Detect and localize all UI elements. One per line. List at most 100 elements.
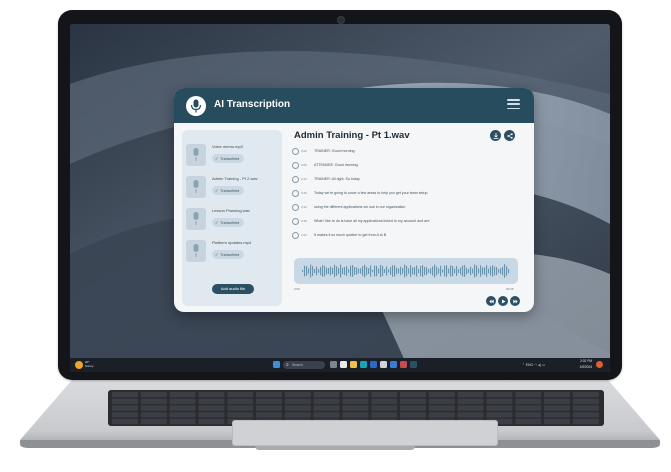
forward-button[interactable] [510, 296, 520, 306]
keyboard-key[interactable] [486, 412, 513, 418]
office-icon[interactable] [400, 361, 407, 368]
keyboard-key[interactable] [169, 405, 196, 411]
task-view-icon[interactable] [330, 361, 337, 368]
keyboard-key[interactable] [169, 412, 196, 418]
download-button[interactable] [490, 130, 501, 141]
file-item-lesson-planning[interactable]: Lesson Planning.wav ✓ Transcribed [186, 208, 278, 236]
keyboard-key[interactable] [400, 405, 426, 411]
keyboard-key[interactable] [313, 398, 340, 405]
keyboard-key[interactable] [112, 398, 138, 405]
hamburger-menu-icon[interactable] [507, 99, 520, 110]
edge-browser-icon[interactable] [360, 361, 367, 368]
keyboard-key[interactable] [428, 398, 455, 405]
keyboard-key[interactable] [112, 418, 138, 425]
keyboard-key[interactable] [400, 392, 426, 398]
keyboard-key[interactable] [515, 392, 542, 398]
keyboard-key[interactable] [428, 412, 455, 418]
weather-sun-icon[interactable] [75, 361, 83, 369]
keyboard-key[interactable] [544, 418, 570, 425]
keyboard-key[interactable] [371, 405, 398, 411]
transcript-line[interactable]: 0:34 using the different applications we … [292, 204, 512, 212]
keyboard-key[interactable] [457, 392, 484, 398]
keyboard-key[interactable] [572, 398, 599, 405]
keyboard-key[interactable] [457, 412, 484, 418]
keyboard-key[interactable] [198, 412, 225, 418]
keyboard-key[interactable] [256, 392, 282, 398]
keyboard-key[interactable] [371, 398, 398, 405]
language-indicator[interactable]: ENG [526, 363, 533, 367]
keyboard-key[interactable] [572, 418, 599, 425]
system-tray[interactable]: ⌃ ENG ◠ ◂) ▭ [522, 361, 545, 369]
keyboard-key[interactable] [342, 412, 369, 418]
keyboard-key[interactable] [515, 405, 542, 411]
keyboard-key[interactable] [342, 405, 369, 411]
keyboard-key[interactable] [140, 398, 167, 405]
transcript-line[interactable]: 0:00 TRAINER: Good morning. [292, 148, 512, 156]
keyboard-key[interactable] [515, 412, 542, 418]
keyboard-key[interactable] [112, 392, 138, 398]
keyboard-key[interactable] [198, 392, 225, 398]
audio-waveform[interactable] [294, 258, 518, 284]
keyboard-key[interactable] [572, 392, 599, 398]
keyboard-key[interactable] [169, 392, 196, 398]
volume-icon[interactable]: ◂) [538, 363, 541, 367]
keyboard-key[interactable] [313, 392, 340, 398]
store-icon[interactable] [370, 361, 377, 368]
keyboard-key[interactable] [342, 398, 369, 405]
file-explorer-icon[interactable] [350, 361, 357, 368]
keyboard-key[interactable] [457, 398, 484, 405]
start-button-windows-icon[interactable] [273, 361, 280, 368]
file-item-admin-training-pt2[interactable]: Admin Training - Pt 2.wav ✓ Transcribed [186, 176, 278, 204]
keyboard-key[interactable] [342, 392, 369, 398]
rewind-button[interactable] [486, 296, 496, 306]
transcript-line[interactable]: 0:05 ATTENDEE: Good morning. [292, 162, 512, 170]
keyboard-key[interactable] [371, 412, 398, 418]
keyboard-key[interactable] [198, 418, 225, 425]
keyboard-key[interactable] [313, 412, 340, 418]
keyboard-key[interactable] [544, 398, 570, 405]
system-clock[interactable]: 2:02 PM 1/5/2024 [580, 359, 592, 370]
keyboard-key[interactable] [227, 392, 254, 398]
transcript-line[interactable]: 0:48 What I like to do is have all my app… [292, 218, 512, 226]
ai-transcription-app-icon[interactable] [410, 361, 417, 368]
keyboard-key[interactable] [227, 398, 254, 405]
keyboard-key[interactable] [140, 392, 167, 398]
keyboard-key[interactable] [457, 405, 484, 411]
file-item-platform-updates[interactable]: Platform updates.mp4 ✓ Transcribed [186, 240, 278, 268]
add-audio-file-button[interactable]: Add audio file [212, 284, 254, 294]
notification-icon[interactable] [596, 361, 603, 368]
keyboard-key[interactable] [371, 392, 398, 398]
play-button[interactable] [498, 296, 508, 306]
share-button[interactable] [504, 130, 515, 141]
transcript-line[interactable]: 1:02 It makes it so much quicker to get f… [292, 232, 512, 240]
trackpad[interactable] [232, 420, 498, 446]
keyboard-key[interactable] [544, 392, 570, 398]
keyboard-key[interactable] [572, 405, 599, 411]
weather-widget[interactable]: 20° Sunny [85, 360, 94, 368]
keyboard-key[interactable] [284, 405, 311, 411]
keyboard-key[interactable] [140, 412, 167, 418]
keyboard-key[interactable] [400, 398, 426, 405]
keyboard-key[interactable] [428, 392, 455, 398]
keyboard-key[interactable] [284, 398, 311, 405]
wifi-icon[interactable]: ◠ [534, 363, 537, 367]
keyboard-key[interactable] [169, 398, 196, 405]
keyboard-key[interactable] [313, 405, 340, 411]
transcript-line[interactable]: 0:20 Today we're going to cover a few are… [292, 190, 512, 198]
keyboard-key[interactable] [112, 412, 138, 418]
keyboard-key[interactable] [486, 392, 513, 398]
keyboard-key[interactable] [256, 398, 282, 405]
keyboard-key[interactable] [198, 398, 225, 405]
keyboard-key[interactable] [256, 405, 282, 411]
keyboard-key[interactable] [284, 412, 311, 418]
mail-icon[interactable] [380, 361, 387, 368]
file-item-voice-memo[interactable]: Voice memo.mp3 ✓ Transcribed [186, 144, 278, 172]
keyboard-key[interactable] [169, 418, 196, 425]
keyboard-key[interactable] [486, 405, 513, 411]
keyboard-key[interactable] [486, 398, 513, 405]
chat-icon[interactable] [340, 361, 347, 368]
keyboard-key[interactable] [112, 405, 138, 411]
taskbar-search[interactable]: ⌕ Search [283, 361, 325, 369]
keyboard-key[interactable] [572, 412, 599, 418]
photos-icon[interactable] [390, 361, 397, 368]
